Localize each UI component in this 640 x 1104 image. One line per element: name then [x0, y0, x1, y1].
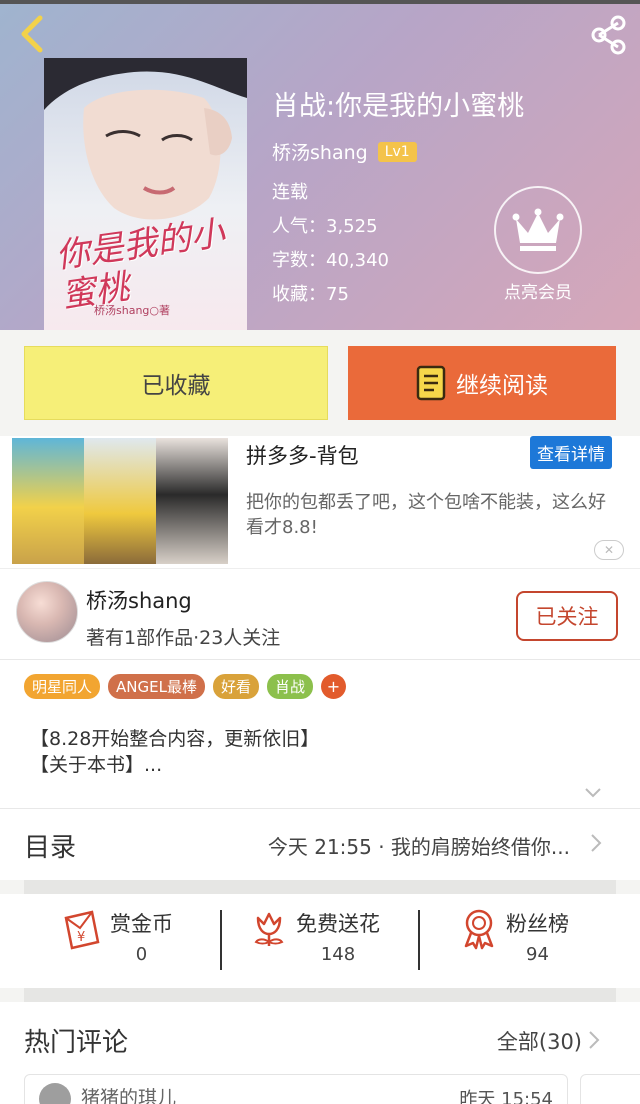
- ad-image-panel: [156, 438, 228, 564]
- ad-image-panel: [12, 438, 84, 564]
- book-icon: [416, 365, 446, 401]
- tag[interactable]: 肖战: [266, 674, 313, 699]
- back-button[interactable]: [12, 12, 52, 56]
- intro-line: 【8.28开始整合内容，更新依旧】: [30, 728, 320, 750]
- section-divider: [24, 880, 616, 894]
- book-title: 肖战:你是我的小蜜桃: [272, 91, 525, 122]
- ad-close-button[interactable]: ✕: [594, 540, 624, 560]
- ad-title[interactable]: 拼多多-背包: [246, 440, 359, 470]
- author-card-stats: 著有1部作品·23人关注: [86, 627, 281, 649]
- hot-comments: 热门评论 全部(30) 猪猪的琪儿 昨天 15:54: [0, 1002, 640, 1104]
- expand-button[interactable]: [584, 784, 602, 803]
- tag[interactable]: 好看: [212, 674, 259, 699]
- send-flowers-button[interactable]: 免费送花 148: [250, 908, 380, 965]
- book-intro: 明星同人 ANGEL最棒 好看 肖战 + 【8.28开始整合内容，更新依旧】 【…: [0, 660, 640, 808]
- toc-label: 目录: [24, 833, 77, 863]
- comments-title: 热门评论: [24, 1028, 129, 1058]
- stat-value: 0: [135, 944, 148, 965]
- intro-text: 【8.28开始整合内容，更新依旧】 【关于本书】...: [30, 726, 319, 778]
- vip-button[interactable]: 点亮会员: [492, 186, 584, 303]
- table-of-contents-row[interactable]: 目录 今天 21:55 · 我的肩膀始终借你...: [0, 808, 640, 880]
- medal-icon: [464, 909, 494, 950]
- crown-icon: [512, 208, 564, 251]
- author-name[interactable]: 桥汤shang: [272, 138, 368, 165]
- stat-divider: [418, 910, 420, 970]
- comment-card[interactable]: [580, 1074, 640, 1104]
- intro-line: 【关于本书】...: [30, 754, 163, 776]
- chevron-down-icon: [585, 788, 601, 798]
- ad-image-panel: [84, 438, 156, 564]
- fan-ranking-button[interactable]: 粉丝榜 94: [460, 908, 569, 965]
- continue-reading-button[interactable]: 继续阅读: [348, 346, 616, 420]
- book-cover[interactable]: 你是我的小蜜桃 桥汤shang○著: [44, 58, 247, 330]
- share-button[interactable]: [586, 12, 632, 58]
- reward-coins-button[interactable]: ¥ 赏金币 0: [62, 908, 173, 965]
- stat-value: 148: [320, 944, 356, 965]
- close-icon: ✕: [603, 543, 615, 557]
- comment-time: 昨天 15:54: [459, 1089, 553, 1104]
- stat-label: 免费送花: [296, 912, 380, 936]
- add-tag-button[interactable]: +: [321, 674, 346, 699]
- collected-button[interactable]: 已收藏: [24, 346, 328, 420]
- tag[interactable]: ANGEL最棒: [108, 674, 205, 699]
- author-card-name[interactable]: 桥汤shang: [86, 585, 192, 615]
- coin-envelope-icon: ¥: [64, 910, 100, 950]
- author-row[interactable]: 桥汤shang Lv1: [272, 138, 417, 165]
- chevron-right-icon: [588, 1030, 600, 1054]
- stat-label: 粉丝榜: [506, 912, 569, 936]
- avatar[interactable]: [16, 581, 78, 643]
- comment-avatar[interactable]: [39, 1083, 71, 1104]
- word-count-text: 字数：40,340: [272, 250, 389, 271]
- vip-label: 点亮会员: [504, 283, 572, 303]
- latest-chapter: 今天 21:55 · 我的肩膀始终借你...: [267, 835, 570, 859]
- popularity-text: 人气：3,525: [272, 216, 378, 237]
- svg-text:¥: ¥: [77, 930, 85, 945]
- cover-author: 桥汤shang○著: [94, 304, 170, 317]
- ad-description: 把你的包都丢了吧，这个包啥不能装，这么好看才8.8!: [246, 492, 606, 538]
- follow-button[interactable]: 已关注: [516, 591, 618, 641]
- status-text: 连载: [272, 182, 308, 203]
- chevron-left-icon: [21, 15, 43, 53]
- reward-stats: ¥ 赏金币 0 免费送花 148 粉丝榜 94: [0, 894, 640, 988]
- cover-portrait: [44, 58, 247, 220]
- crown-circle: [494, 186, 582, 274]
- stat-label: 赏金币: [110, 912, 173, 936]
- stat-value: 94: [526, 944, 549, 965]
- stat-divider: [220, 910, 222, 970]
- tag-list: 明星同人 ANGEL最棒 好看 肖战 +: [24, 674, 346, 699]
- comment-card[interactable]: 猪猪的琪儿 昨天 15:54: [24, 1074, 568, 1104]
- book-header: 你是我的小蜜桃 桥汤shang○著 肖战:你是我的小蜜桃 桥汤shang Lv1…: [0, 0, 640, 330]
- share-icon: [591, 15, 626, 55]
- ad-banner[interactable]: 拼多多-背包 查看详情 把你的包都丢了吧，这个包啥不能装，这么好看才8.8! ✕: [0, 436, 640, 568]
- level-badge: Lv1: [377, 141, 417, 162]
- all-comments-link[interactable]: 全部(30): [497, 1026, 582, 1056]
- continue-reading-label: 继续阅读: [456, 373, 548, 399]
- tag[interactable]: 明星同人: [24, 674, 101, 699]
- favorites-text: 收藏：75: [272, 284, 349, 305]
- ad-detail-button[interactable]: 查看详情: [530, 436, 612, 469]
- ad-image[interactable]: [12, 438, 228, 564]
- author-card[interactable]: 桥汤shang 著有1部作品·23人关注 已关注: [0, 568, 640, 660]
- flower-icon: [254, 912, 284, 946]
- chevron-right-icon: [590, 833, 602, 857]
- comment-username[interactable]: 猪猪的琪儿: [81, 1083, 176, 1104]
- section-divider: [24, 988, 616, 1002]
